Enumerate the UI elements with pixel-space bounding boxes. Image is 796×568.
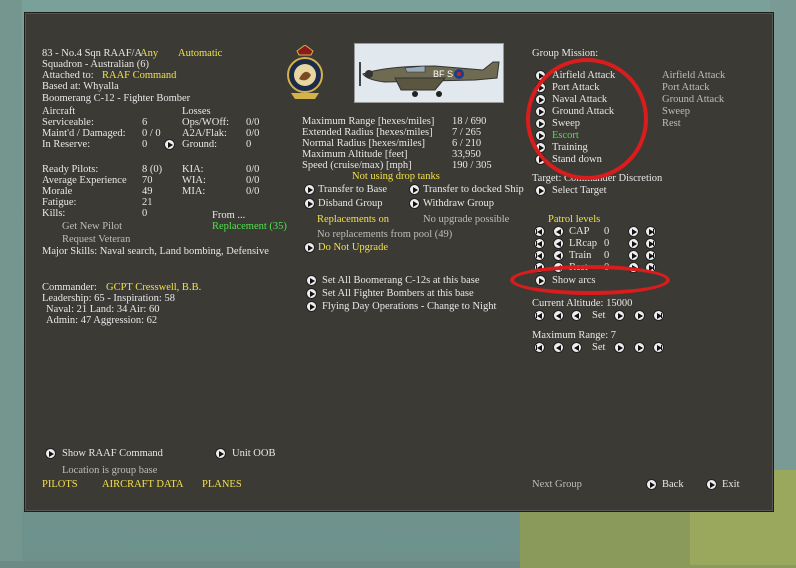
range-dec2-icon[interactable]: [553, 342, 564, 353]
lrcap-value: 0: [604, 238, 610, 249]
disband-button-icon[interactable]: [304, 198, 315, 209]
lrcap-label: LRcap: [569, 238, 597, 249]
lrcap-min-icon[interactable]: [534, 238, 545, 249]
unit-oob-button[interactable]: Unit OOB: [232, 448, 275, 460]
mia-label: MIA:: [182, 186, 206, 197]
range-max-icon[interactable]: [653, 342, 664, 353]
range-min-icon[interactable]: [534, 342, 545, 353]
train-min-icon[interactable]: [534, 250, 545, 261]
highlight-mission-circle: [526, 58, 648, 180]
lrcap-inc-icon[interactable]: [628, 238, 639, 249]
set-all-type-icon[interactable]: [306, 275, 317, 286]
kills-label: Kills:: [42, 208, 66, 219]
replacement-count[interactable]: Replacement (35): [212, 221, 287, 233]
transfer-base-button[interactable]: Transfer to Base: [318, 184, 387, 196]
train-dec-icon[interactable]: [553, 250, 564, 261]
exit-icon[interactable]: [706, 479, 717, 490]
plane-code: BF S: [433, 69, 453, 79]
get-new-pilot-button[interactable]: Get New Pilot: [62, 221, 122, 233]
patrol-header: Patrol levels: [548, 214, 601, 225]
train-max-icon[interactable]: [645, 250, 656, 261]
stat-speed-value: 190 / 305: [452, 160, 492, 171]
kills-value: 0: [142, 208, 148, 219]
upgrade-status: No upgrade possible: [423, 214, 510, 225]
back-button[interactable]: Back: [662, 479, 684, 491]
aircraft-reserve-label: In Reserve:: [42, 139, 91, 150]
location-note: Location is group base: [62, 465, 158, 476]
set-all-fb-button[interactable]: Set All Fighter Bombers at this base: [322, 288, 474, 300]
train-value: 0: [604, 250, 610, 261]
transfer-ship-button[interactable]: Transfer to docked Ship: [423, 184, 524, 196]
cap-min-icon[interactable]: [534, 226, 545, 237]
alt-set-button[interactable]: Set: [592, 310, 605, 322]
lrcap-dec-icon[interactable]: [553, 238, 564, 249]
secondary-airfield[interactable]: Airfield Attack: [662, 70, 725, 82]
drop-tanks-toggle[interactable]: Not using drop tanks: [352, 171, 440, 183]
withdraw-button-icon[interactable]: [409, 198, 420, 209]
back-icon[interactable]: [646, 479, 657, 490]
cap-label: CAP: [569, 226, 590, 237]
secondary-rest[interactable]: Rest: [662, 118, 681, 130]
cap-dec-icon[interactable]: [553, 226, 564, 237]
range-set-button[interactable]: Set: [592, 342, 605, 354]
exit-button[interactable]: Exit: [722, 479, 740, 491]
transfer-base-button-icon[interactable]: [304, 184, 315, 195]
secondary-sweep[interactable]: Sweep: [662, 106, 690, 118]
move-to-reserve-button[interactable]: [164, 139, 175, 150]
next-group-button[interactable]: Next Group: [532, 479, 582, 491]
aircraft-data-tab[interactable]: AIRCRAFT DATA: [102, 479, 184, 491]
upgrade-button-icon[interactable]: [304, 242, 315, 253]
set-all-type-button[interactable]: Set All Boomerang C-12s at this base: [322, 275, 480, 287]
cap-inc-icon[interactable]: [628, 226, 639, 237]
mia-value: 0/0: [246, 186, 260, 197]
major-skills: Major Skills: Naval search, Land bombing…: [42, 246, 269, 257]
secondary-port[interactable]: Port Attack: [662, 82, 710, 94]
pilots-tab[interactable]: PILOTS: [42, 479, 78, 491]
current-altitude: Current Altitude: 15000: [532, 298, 633, 309]
cap-value: 0: [604, 226, 610, 237]
disband-button[interactable]: Disband Group: [318, 198, 382, 210]
squadron-crest-icon: [287, 45, 323, 99]
alt-inc2-icon[interactable]: [634, 310, 645, 321]
highlight-arcs-circle: [510, 265, 670, 295]
range-inc-icon[interactable]: [614, 342, 625, 353]
alt-min-icon[interactable]: [534, 310, 545, 321]
flying-day-icon[interactable]: [306, 301, 317, 312]
aircraft-profile-icon: BF S: [354, 43, 504, 103]
show-command-icon[interactable]: [45, 448, 56, 459]
set-all-fb-icon[interactable]: [306, 288, 317, 299]
alt-max-icon[interactable]: [653, 310, 664, 321]
based-at: Based at: Whyalla: [42, 81, 119, 92]
losses-ground-value: 0: [246, 139, 252, 150]
max-range: Maximum Range: 7: [532, 330, 616, 341]
range-inc2-icon[interactable]: [634, 342, 645, 353]
unit-automatic[interactable]: Automatic: [178, 48, 222, 60]
alt-inc-icon[interactable]: [614, 310, 625, 321]
train-label: Train: [569, 250, 592, 261]
unit-oob-icon[interactable]: [215, 448, 226, 459]
withdraw-button[interactable]: Withdraw Group: [423, 198, 494, 210]
planes-tab[interactable]: PLANES: [202, 479, 242, 491]
transfer-ship-button-icon[interactable]: [409, 184, 420, 195]
aircraft-reserve-value: 0: [142, 139, 148, 150]
map-sea-left: [0, 0, 22, 561]
select-target-icon[interactable]: [535, 185, 546, 196]
request-veteran-button[interactable]: Request Veteran: [62, 234, 130, 246]
alt-dec-icon[interactable]: [571, 310, 582, 321]
show-command-button[interactable]: Show RAAF Command: [62, 448, 163, 460]
select-target-button[interactable]: Select Target: [552, 185, 607, 197]
train-inc-icon[interactable]: [628, 250, 639, 261]
aircraft-type: Boomerang C-12 - Fighter Bomber: [42, 93, 191, 104]
replacements-toggle[interactable]: Replacements on: [317, 214, 389, 226]
range-dec-icon[interactable]: [571, 342, 582, 353]
losses-ground-label: Ground:: [182, 139, 217, 150]
replacements-pool[interactable]: No replacements from pool (49): [317, 229, 452, 241]
alt-dec2-icon[interactable]: [553, 310, 564, 321]
flying-day-button[interactable]: Flying Day Operations - Change to Night: [322, 301, 496, 313]
lrcap-max-icon[interactable]: [645, 238, 656, 249]
do-not-upgrade-button[interactable]: Do Not Upgrade: [318, 242, 388, 254]
commander-admin: Admin: 47 Aggression: 62: [46, 315, 158, 326]
cap-max-icon[interactable]: [645, 226, 656, 237]
secondary-ground[interactable]: Ground Attack: [662, 94, 724, 106]
